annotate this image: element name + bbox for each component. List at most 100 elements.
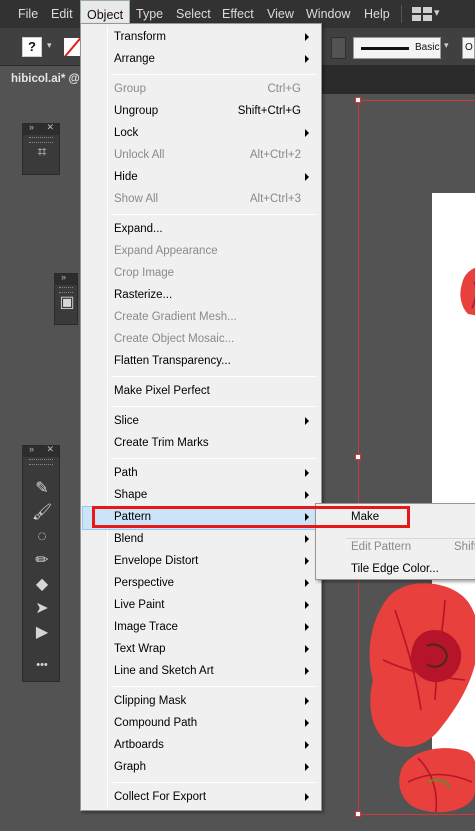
collapse-icon[interactable]: » [61, 272, 66, 282]
menu-item-label: Group [114, 83, 146, 95]
stroke-preview-line [361, 47, 409, 50]
collapse-icon[interactable]: » [29, 122, 34, 132]
menu-item-label: Show All [114, 193, 159, 205]
menu-item-shortcut: Alt+Ctrl+3 [249, 193, 301, 205]
menu-item-shortcut: Ctrl+G [267, 83, 301, 95]
menu-item-shape[interactable]: Shape [83, 485, 319, 507]
annotation-highlight-box [92, 506, 410, 528]
menu-item-unlock-all: Unlock All Alt+Ctrl+2 [83, 145, 319, 167]
artboard-tool-icon[interactable]: ⌗ [29, 142, 55, 164]
submenu-item-edit-pattern: Edit Pattern Shift- [318, 537, 475, 559]
add-anchor-point-icon[interactable]: ➤ [29, 598, 55, 620]
submenu-arrow-icon [305, 763, 309, 771]
menu-item-rasterize[interactable]: Rasterize... [83, 285, 319, 307]
stroke-weight-field[interactable] [331, 37, 346, 59]
submenu-arrow-icon [305, 645, 309, 653]
menu-item-label: Expand... [114, 223, 163, 235]
menu-separator [111, 214, 317, 215]
menu-item-create-trim-marks[interactable]: Create Trim Marks [83, 433, 319, 455]
flower-artwork[interactable] [450, 262, 475, 318]
panel-grip[interactable] [29, 459, 53, 465]
workspace-switcher-icon[interactable] [412, 7, 432, 21]
stroke-profile-dropdown[interactable]: Basic [353, 37, 441, 59]
menu-item-line-and-sketch-art[interactable]: Line and Sketch Art [83, 661, 319, 683]
menu-item-shortcut: Shift+Ctrl+G [237, 105, 301, 117]
close-icon[interactable]: ✕ [46, 444, 54, 455]
menu-item-label: Perspective [114, 577, 175, 589]
menu-item-crop-image: Crop Image [83, 263, 319, 285]
flower-artwork[interactable] [398, 742, 475, 816]
artboards-panel: » ✕ ⌗ [22, 122, 60, 175]
menu-item-label: Transform [114, 31, 166, 43]
menu-item-flatten-transparency[interactable]: Flatten Transparency... [83, 351, 319, 373]
menu-edit[interactable]: Edit [45, 0, 79, 28]
submenu-arrow-icon [305, 719, 309, 727]
menu-help[interactable]: Help [358, 0, 396, 28]
menu-separator [111, 74, 317, 75]
selection-handle[interactable] [355, 454, 361, 460]
menu-item-clipping-mask[interactable]: Clipping Mask [83, 691, 319, 713]
menu-item-lock[interactable]: Lock [83, 123, 319, 145]
brush-definition-label: Basic [415, 42, 440, 53]
menu-item-graph[interactable]: Graph [83, 757, 319, 779]
menu-separator [111, 686, 317, 687]
chevron-down-icon[interactable]: ▾ [434, 6, 440, 19]
toolbar-panel: » ✕ ✎ 🖌 ◌ ✏ ◆ ➤ ▶ ••• [22, 444, 60, 682]
chevron-down-icon[interactable]: ▾ [47, 40, 52, 51]
menu-item-compound-path[interactable]: Compound Path [83, 713, 319, 735]
menu-item-label: Rasterize... [114, 289, 173, 301]
menu-item-image-trace[interactable]: Image Trace [83, 617, 319, 639]
pencil-icon[interactable]: ✏ [29, 550, 55, 572]
menu-item-envelope-distort[interactable]: Envelope Distort [83, 551, 319, 573]
menu-separator [111, 376, 317, 377]
properties-panel: » ▣ [54, 272, 78, 325]
menu-item-path[interactable]: Path [83, 463, 319, 485]
lasso-tool-icon[interactable]: ◌ [29, 526, 55, 548]
menu-item-artboards[interactable]: Artboards [83, 735, 319, 757]
direct-selection-icon[interactable]: ▶ [29, 622, 55, 644]
menu-item-transform[interactable]: Transform [83, 27, 319, 49]
menu-item-live-paint[interactable]: Live Paint [83, 595, 319, 617]
menu-item-perspective[interactable]: Perspective [83, 573, 319, 595]
menu-item-label: Live Paint [114, 599, 165, 611]
more-tools-icon[interactable]: ••• [29, 654, 55, 676]
submenu-arrow-icon [305, 623, 309, 631]
menu-item-hide[interactable]: Hide [83, 167, 319, 189]
menu-separator [111, 458, 317, 459]
menu-item-label: Graph [114, 761, 146, 773]
menu-item-label: Line and Sketch Art [114, 665, 214, 677]
menu-item-label: Artboards [114, 739, 164, 751]
menu-item-label: Image Trace [114, 621, 178, 633]
submenu-item-tile-edge-color[interactable]: Tile Edge Color... [318, 559, 475, 581]
submenu-arrow-icon [305, 469, 309, 477]
menu-item-label: Create Object Mosaic... [114, 333, 235, 345]
paintbrush-icon[interactable]: 🖌 [29, 502, 55, 524]
selection-handle[interactable] [355, 97, 361, 103]
close-icon[interactable]: ✕ [46, 122, 54, 133]
document-tab[interactable]: hibicol.ai* @ [0, 66, 82, 94]
menu-item-expand[interactable]: Expand... [83, 219, 319, 241]
stroke-none-swatch[interactable] [64, 38, 80, 56]
selection-handle[interactable] [355, 811, 361, 817]
menu-item-collect-for-export[interactable]: Collect For Export [83, 787, 319, 809]
menu-item-shortcut: Alt+Ctrl+2 [249, 149, 301, 161]
menu-item-make-pixel-perfect[interactable]: Make Pixel Perfect [83, 381, 319, 403]
submenu-arrow-icon [305, 535, 309, 543]
eraser-icon[interactable]: ◆ [29, 574, 55, 596]
menu-item-text-wrap[interactable]: Text Wrap [83, 639, 319, 661]
menu-item-label: Clipping Mask [114, 695, 187, 707]
document-info-icon[interactable]: ▣ [57, 292, 77, 314]
menu-file[interactable]: File [12, 0, 44, 28]
menu-item-arrange[interactable]: Arrange [83, 49, 319, 71]
menu-item-ungroup[interactable]: Ungroup Shift+Ctrl+G [83, 101, 319, 123]
shaper-tool-icon[interactable]: ✎ [29, 478, 55, 500]
fill-unknown-swatch[interactable]: ? [22, 37, 42, 57]
collapse-icon[interactable]: » [29, 444, 34, 454]
flower-artwork[interactable] [365, 580, 475, 755]
opacity-control[interactable]: O [462, 37, 475, 59]
menu-separator [111, 782, 317, 783]
chevron-down-icon[interactable]: ▾ [444, 40, 449, 51]
menu-item-slice[interactable]: Slice [83, 411, 319, 433]
menu-item-blend[interactable]: Blend [83, 529, 319, 551]
menu-item-shortcut: Shift- [454, 541, 475, 553]
